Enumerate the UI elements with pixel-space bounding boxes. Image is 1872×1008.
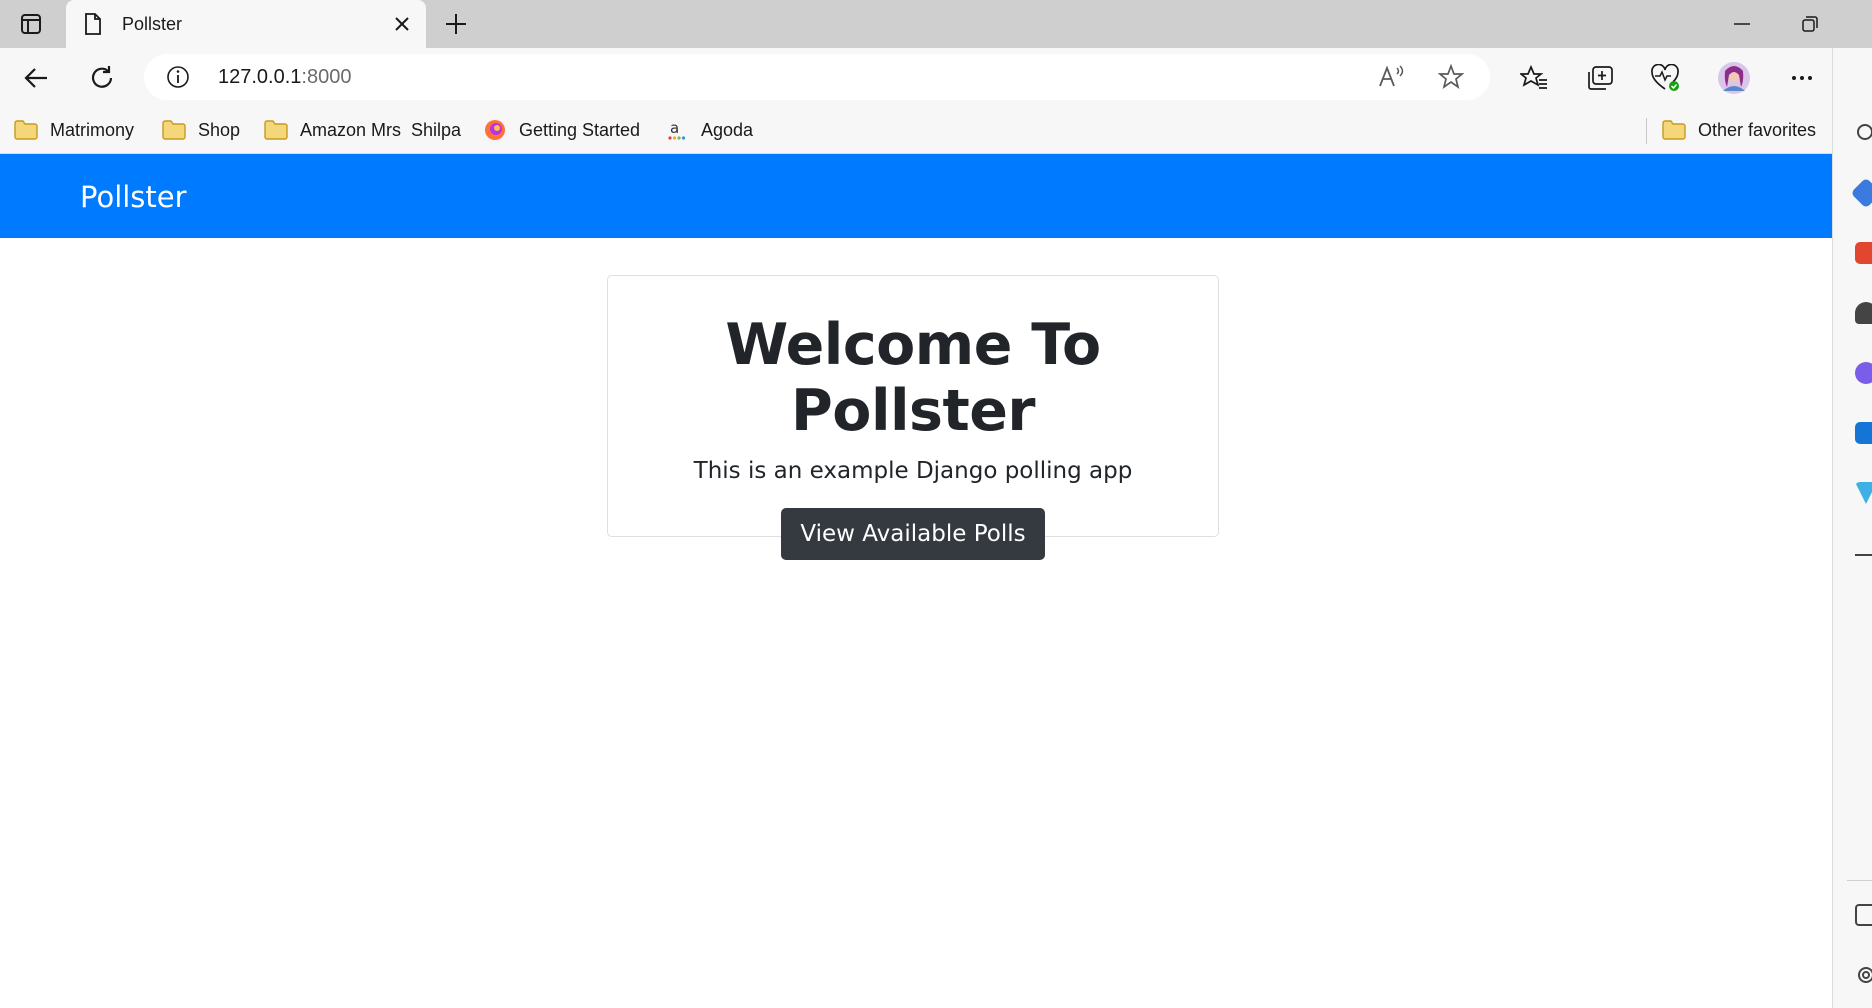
tab-title: Pollster — [122, 13, 183, 34]
favorite-shop[interactable]: Shop — [162, 116, 240, 144]
close-tab-button[interactable] — [386, 8, 418, 40]
restore-icon — [1802, 16, 1818, 32]
minimize-button[interactable] — [1722, 8, 1762, 40]
tools-icon[interactable] — [1855, 302, 1872, 324]
avatar — [1718, 62, 1750, 94]
minimize-icon — [1734, 23, 1750, 25]
add-icon[interactable] — [1855, 554, 1872, 556]
favorite-getting-started[interactable]: Getting Started — [483, 116, 640, 144]
heart-pulse-icon — [1651, 64, 1679, 91]
collections-button[interactable] — [1580, 58, 1620, 98]
info-icon[interactable] — [166, 65, 190, 89]
add-favorite-star-icon[interactable] — [1437, 63, 1466, 90]
url-port: :8000 — [301, 66, 352, 88]
restore-button[interactable] — [1790, 8, 1830, 40]
more-icon — [1792, 76, 1812, 80]
site-navbar: Pollster — [0, 154, 1832, 238]
tab-pollster[interactable]: Pollster — [66, 0, 426, 48]
tab-bar: Pollster — [0, 0, 1872, 48]
welcome-card: Welcome To Pollster This is an example D… — [607, 275, 1219, 560]
favorite-label: Amazon Mrs Shilpa — [300, 119, 462, 140]
favorite-agoda[interactable]: a Agoda — [665, 116, 753, 144]
back-arrow-icon — [24, 68, 47, 88]
firefox-icon — [483, 119, 507, 141]
edge-sidebar — [1832, 48, 1872, 1008]
favorite-label: Shop — [198, 119, 241, 140]
sidebar-divider — [1847, 880, 1872, 881]
discover-icon[interactable] — [1850, 177, 1872, 209]
favorites-divider — [1646, 118, 1647, 144]
shopping-icon[interactable] — [1855, 242, 1872, 264]
page-subtitle: This is an example Django polling app — [693, 458, 1133, 484]
browser-essentials-button[interactable] — [1646, 58, 1686, 98]
other-favorites-label: Other favorites — [1698, 119, 1817, 140]
web-page: Pollster Welcome To Pollster This is an … — [0, 154, 1832, 1008]
gear-icon[interactable] — [1855, 964, 1872, 986]
search-icon[interactable] — [1855, 122, 1872, 144]
tab-actions-button[interactable] — [8, 6, 54, 42]
url-host: 127.0.0.1 — [218, 66, 302, 88]
favorite-label: Getting Started — [519, 119, 641, 140]
settings-and-more-button[interactable] — [1782, 58, 1822, 98]
page-icon — [82, 12, 104, 36]
favorite-amazon-mrs-shilpa[interactable]: Amazon Mrs Shilpa — [264, 116, 461, 144]
folder-icon — [1662, 119, 1686, 141]
navigation-bar: 127.0.0.1:8000 — [0, 48, 1872, 106]
favorite-label: Agoda — [701, 119, 754, 140]
games-icon[interactable] — [1855, 362, 1872, 384]
svg-text:a: a — [670, 119, 679, 137]
collections-icon — [1588, 66, 1613, 90]
new-tab-button[interactable] — [436, 6, 476, 42]
close-icon — [395, 17, 409, 31]
folder-icon — [264, 119, 288, 141]
folder-icon — [162, 119, 186, 141]
favorites-bar: Matrimony Shop Amazon Mrs Shilpa Getting… — [0, 106, 1872, 154]
favorite-label: Matrimony — [50, 119, 135, 140]
hide-sidebar-icon[interactable] — [1855, 904, 1872, 926]
other-favorites[interactable]: Other favorites — [1662, 116, 1816, 144]
refresh-button[interactable] — [82, 58, 122, 98]
navbar-brand[interactable]: Pollster — [80, 180, 187, 214]
back-button[interactable] — [16, 58, 56, 98]
favorite-matrimony[interactable]: Matrimony — [14, 116, 134, 144]
outlook-icon[interactable] — [1855, 422, 1872, 444]
refresh-icon — [91, 66, 113, 88]
read-aloud-icon[interactable] — [1378, 64, 1406, 90]
agoda-icon: a — [665, 119, 689, 141]
drop-icon[interactable] — [1855, 482, 1872, 504]
view-polls-button[interactable]: View Available Polls — [781, 508, 1045, 560]
favorites-icon — [1520, 65, 1547, 89]
folder-icon — [14, 119, 38, 141]
plus-icon — [446, 14, 466, 34]
page-title: Welcome To Pollster — [725, 312, 1101, 444]
url-text[interactable]: 127.0.0.1:8000 — [218, 66, 351, 89]
profile-button[interactable] — [1714, 58, 1754, 98]
favorites-button[interactable] — [1514, 58, 1554, 98]
address-bar[interactable]: 127.0.0.1:8000 — [144, 54, 1490, 100]
tab-actions-icon — [21, 14, 41, 34]
